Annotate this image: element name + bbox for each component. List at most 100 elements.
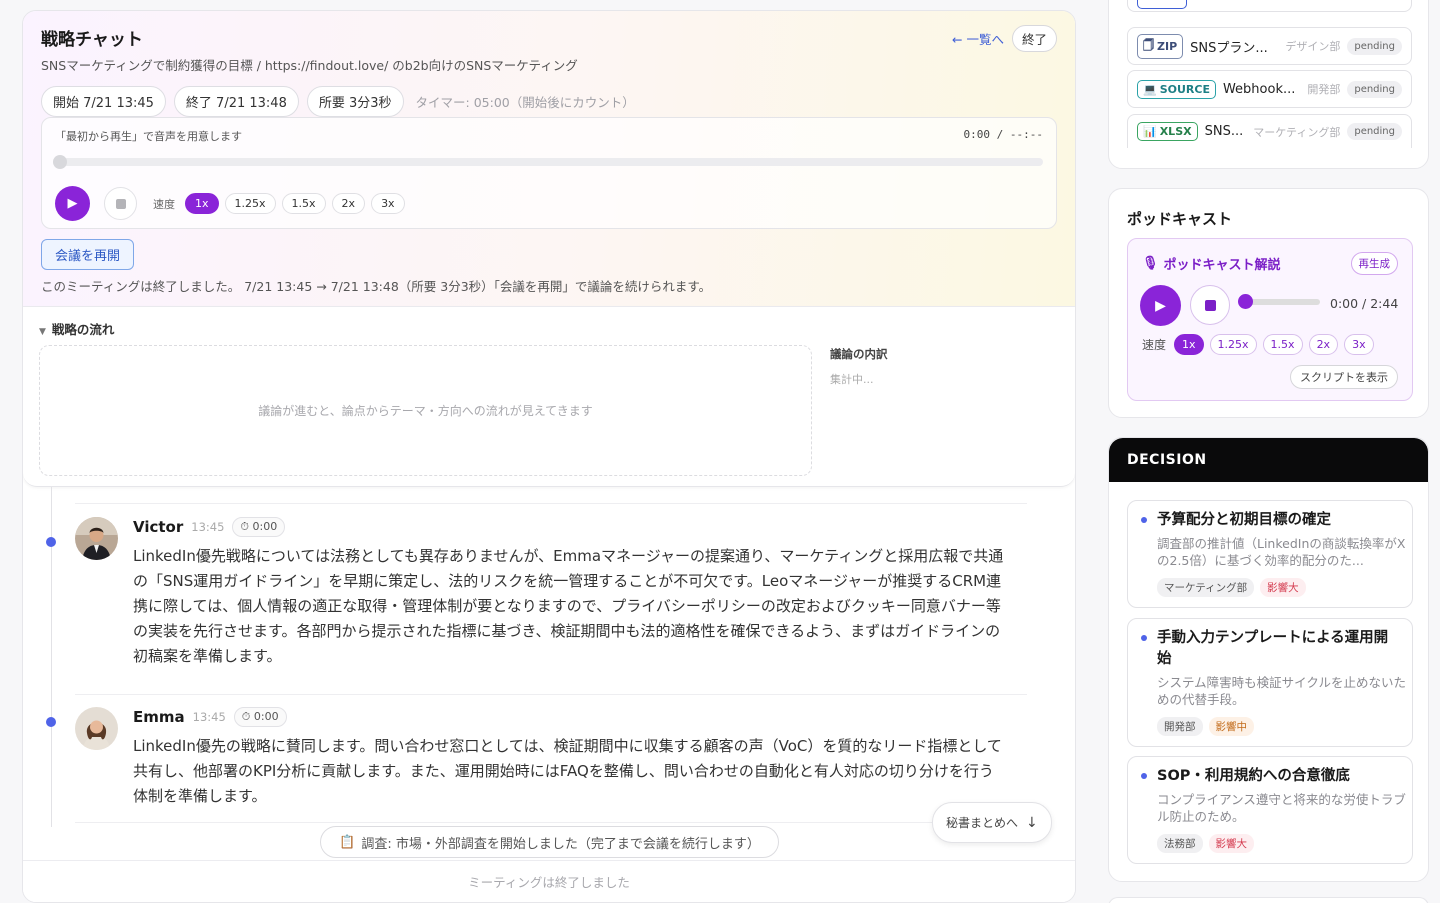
message-body: LinkedIn優先の戦略に賛同します。問い合わせ窓口としては、検証期間中に収集…: [133, 737, 1002, 805]
show-script-button[interactable]: スクリプトを表示: [1290, 365, 1398, 389]
decision-tags: マーケティング部 影響大: [1157, 578, 1306, 597]
podcast-speed-1x[interactable]: 1x: [1174, 334, 1204, 355]
dept-tag: 開発部: [1157, 717, 1203, 736]
speed-option-1x[interactable]: 1x: [185, 193, 219, 214]
strategy-flow-title: 戦略の流れ: [51, 322, 115, 337]
impact-tag: 影響中: [1208, 717, 1254, 736]
stop-icon: [115, 198, 126, 209]
timer-icon: ⏱: [240, 520, 250, 533]
message-divider: [75, 503, 1027, 504]
impact-tag: 影響大: [1208, 834, 1254, 853]
decision-title: SOP・利用規約への合意徹底: [1157, 768, 1350, 784]
message-audio-offset-value: 0:00: [253, 710, 279, 723]
file-name: SNS...: [1204, 124, 1244, 139]
decision-header: DECISION: [1109, 438, 1428, 482]
speed-label: 速度: [153, 197, 175, 211]
podcast-time: 0:00 / 2:44: [1330, 296, 1399, 311]
timer-text: タイマー: 05:00（開始後にカウント）: [415, 95, 635, 110]
podcast-stop-button[interactable]: [1190, 285, 1230, 325]
file-name: SNSプラン...: [1190, 40, 1268, 56]
speed-option-2x[interactable]: 2x: [331, 193, 366, 214]
decision-title: 予算配分と初期目標の確定: [1157, 512, 1331, 528]
collapse-triangle-icon: ▼: [39, 327, 46, 337]
file-item[interactable]: 🗍 ZIP SNSプラン... デザイン部 pending: [1127, 27, 1412, 65]
deliverables-card: 🗍 ZIP SNSプラン... デザイン部 pending 💻 SOURCE Web…: [1108, 0, 1429, 169]
speed-option-1.25x[interactable]: 1.25x: [224, 193, 276, 214]
file-status-badge: pending: [1347, 123, 1402, 140]
podcast-speed-3x[interactable]: 3x: [1344, 334, 1374, 355]
speed-option-3x[interactable]: 3x: [371, 193, 405, 214]
message-audio-offset[interactable]: ⏱ 0:00: [232, 517, 286, 537]
arrow-down-icon: ↓: [1026, 814, 1038, 831]
player-progress-knob[interactable]: [53, 155, 67, 169]
podcast-progress-knob[interactable]: [1238, 294, 1253, 309]
podcast-name-label: ポッドキャスト解説: [1163, 258, 1281, 273]
message-audio-offset[interactable]: ⏱ 0:00: [233, 707, 287, 727]
decision-item[interactable]: 手動入力テンプレートによる運用開始 システム障害時も検証サイクルを止めないための…: [1127, 618, 1413, 747]
player-progress-track[interactable]: [53, 155, 1043, 169]
xlsx-file-tag: 📊 XLSX: [1137, 122, 1198, 141]
audio-player: 「最初から再生」で音声を用意します 0:00 / --:-- ▶ 速度 1x 1…: [41, 117, 1057, 229]
podcast-card: ポッドキャスト 🎙 ポッドキャスト解説 再生成 ▶ 0:00 / 2:44 速度…: [1108, 188, 1429, 418]
summary-button-label: 秘書まとめへ: [946, 816, 1019, 830]
microphone-icon: 🎙: [1142, 256, 1159, 271]
next-card-edge: [1108, 897, 1429, 903]
research-status-pill: 📋 調査: 市場・外部調査を開始しました（完了まで会議を続行します）: [320, 826, 779, 858]
play-icon: ▶: [67, 196, 78, 211]
decision-item[interactable]: SOP・利用規約への合意徹底 コンプライアンス遵守と将来的な労使トラブル防止のた…: [1127, 756, 1413, 864]
file-dept: 開発部: [1307, 83, 1341, 96]
bullet-dot: [1141, 517, 1147, 523]
go-to-summary-button[interactable]: 秘書まとめへ ↓: [932, 802, 1052, 843]
author-name: Emma: [133, 708, 185, 726]
zip-file-tag: 🗍 ZIP: [1137, 33, 1184, 59]
chat-header: 戦略チャット SNSマーケティングで制約獲得の目標 / https://find…: [23, 11, 1075, 307]
monitor-icon: 💻: [1143, 82, 1157, 96]
clipboard-icon: 📋: [339, 834, 356, 850]
regenerate-button[interactable]: 再生成: [1350, 252, 1398, 275]
back-to-list-link[interactable]: ← 一覧へ: [952, 29, 1004, 48]
decision-item[interactable]: 予算配分と初期目標の確定 調査部の推計値（LinkedInの商談転換率がXの2.…: [1127, 500, 1413, 608]
author-name: Victor: [133, 518, 184, 536]
decision-description: 調査部の推計値（LinkedInの商談転換率がXの2.5倍）に基づく効率的配分の…: [1157, 536, 1406, 568]
file-row-partial: [1127, 0, 1412, 12]
podcast-progress-slider[interactable]: [1238, 294, 1320, 309]
decision-description: コンプライアンス遵守と将来的な労使トラブル防止のため。: [1157, 792, 1406, 824]
strategy-chat-panel: 戦略チャット SNSマーケティングで制約獲得の目標 / https://find…: [22, 10, 1076, 903]
podcast-play-button[interactable]: ▶: [1140, 285, 1181, 326]
speed-option-1.5x[interactable]: 1.5x: [281, 193, 326, 214]
message-time: 13:45: [191, 520, 225, 534]
file-name: Webhook...: [1222, 81, 1296, 97]
file-type: XLSX: [1159, 125, 1192, 138]
message-divider: [75, 822, 1027, 823]
play-button[interactable]: ▶: [55, 186, 90, 221]
duration-chip: 所要 3分3秒: [306, 86, 404, 117]
file-type: SOURCE: [1159, 82, 1210, 96]
dept-tag: 法務部: [1157, 834, 1203, 853]
file-type: ZIP: [1157, 39, 1178, 53]
message-header: Victor 13:45 ⏱ 0:00: [133, 517, 286, 537]
strategy-flow-toggle[interactable]: ▼ 戦略の流れ: [39, 319, 114, 338]
decision-tags: 開発部 影響中: [1157, 717, 1254, 736]
spreadsheet-icon: 📊: [1143, 125, 1157, 138]
message-header: Emma 13:45 ⏱ 0:00: [133, 707, 287, 727]
podcast-speed-1.25x[interactable]: 1.25x: [1209, 334, 1257, 355]
dept-tag: マーケティング部: [1157, 578, 1255, 597]
file-item[interactable]: 📊 XLSX SNS... マーケティング部 pending: [1127, 114, 1412, 148]
message-time: 13:45: [192, 710, 226, 724]
message-audio-offset-value: 0:00: [252, 520, 278, 533]
end-meeting-button[interactable]: 終了: [1011, 25, 1057, 52]
podcast-name: 🎙 ポッドキャスト解説: [1142, 254, 1281, 273]
podcast-speed-2x[interactable]: 2x: [1308, 334, 1339, 355]
file-item[interactable]: 💻 SOURCE Webhook... 開発部 pending: [1127, 70, 1412, 108]
start-time-chip: 開始 7/21 13:45: [41, 86, 166, 117]
podcast-speed-1.5x[interactable]: 1.5x: [1262, 334, 1303, 355]
message-feed: Victor 13:45 ⏱ 0:00 LinkedIn優先戦略については法務と…: [23, 487, 1075, 861]
meeting-ended-footer: ミーティングは終了しました: [23, 860, 1075, 902]
message-body: LinkedIn優先戦略については法務としても異存ありませんが、Emmaマネージ…: [133, 547, 1004, 665]
research-status-text: 調査: 市場・外部調査を開始しました（完了まで会議を続行します）: [361, 836, 760, 852]
resume-meeting-button[interactable]: 会議を再開: [41, 239, 135, 270]
avatar: [75, 707, 118, 750]
impact-tag: 影響大: [1260, 578, 1306, 597]
stop-button[interactable]: [104, 187, 137, 220]
source-file-tag: 💻 SOURCE: [1137, 79, 1216, 99]
